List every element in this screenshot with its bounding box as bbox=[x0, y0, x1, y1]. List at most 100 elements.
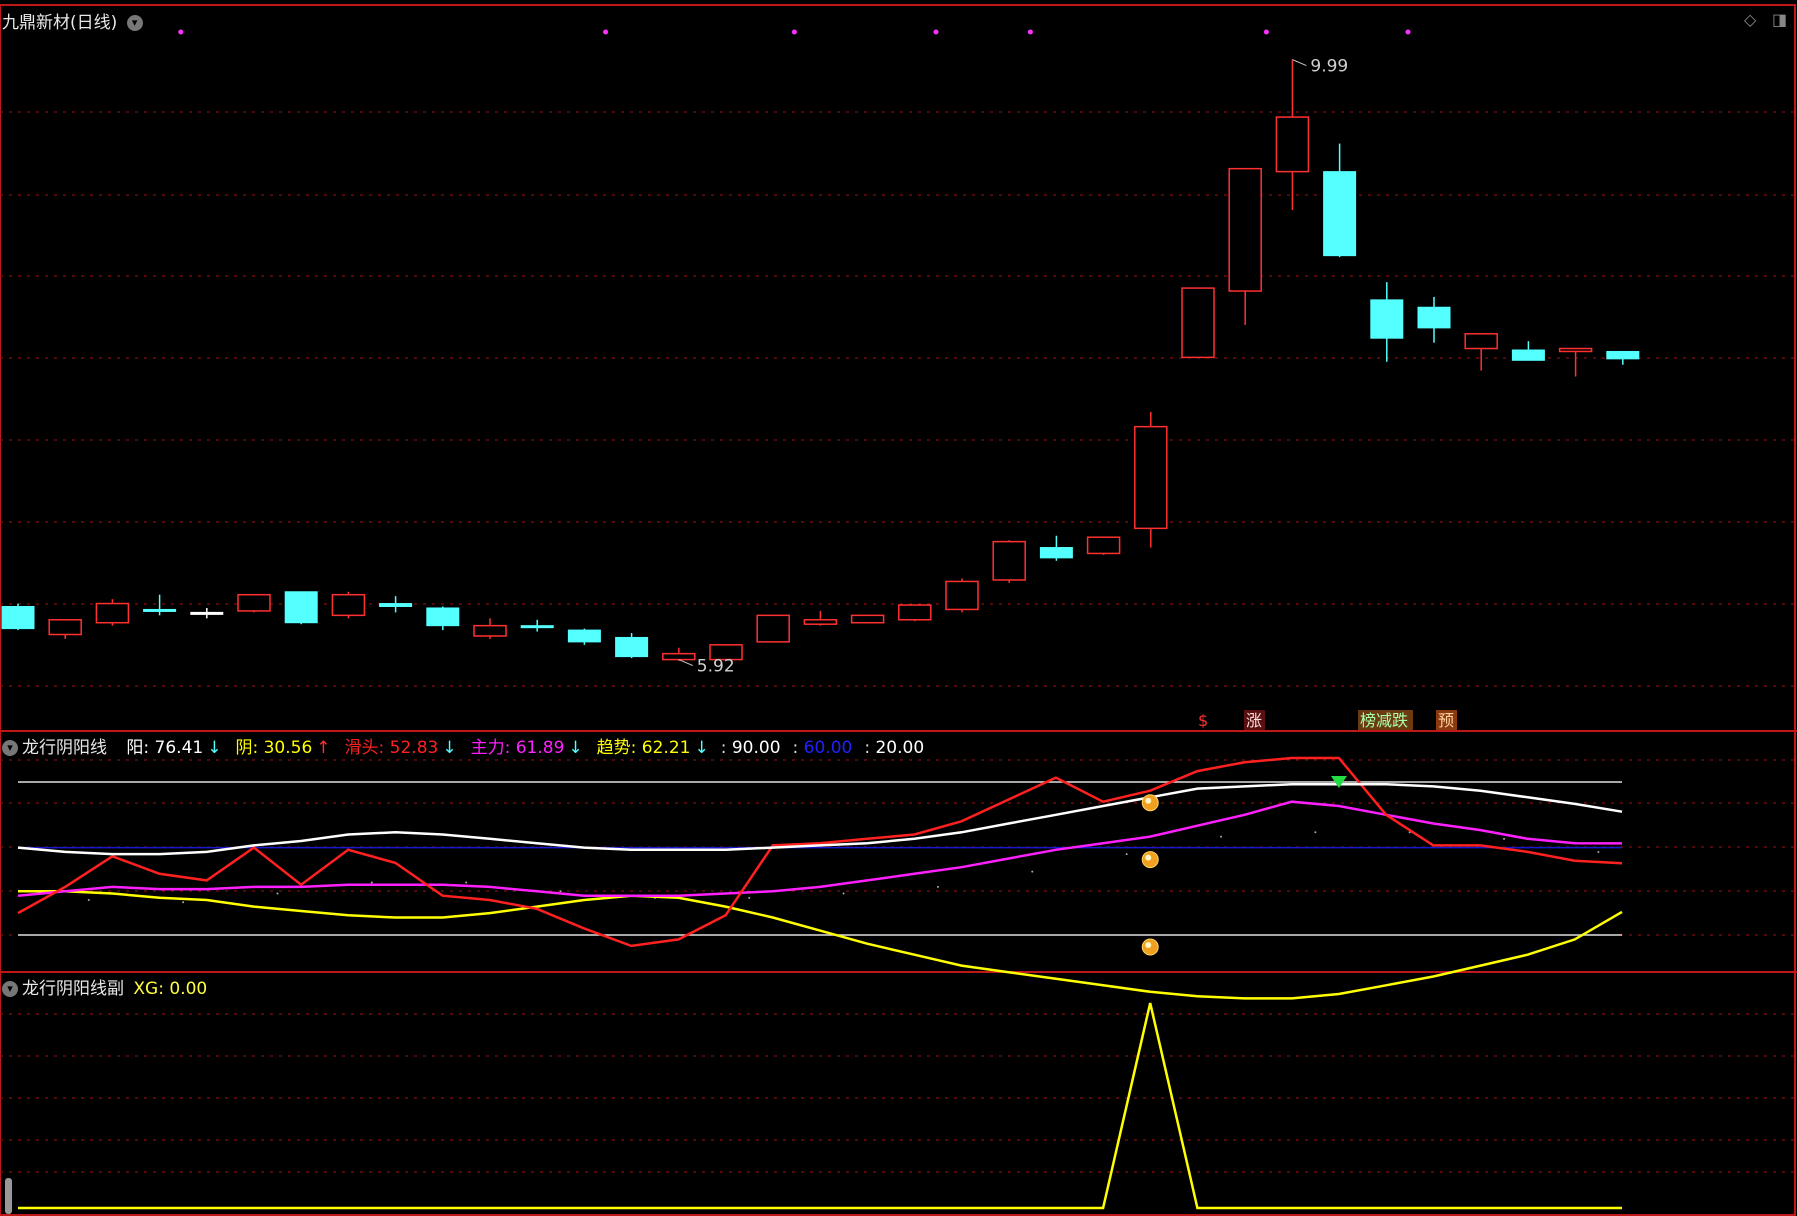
candle-body bbox=[1275, 116, 1310, 173]
candle-body bbox=[1558, 347, 1593, 353]
trail-dot bbox=[465, 881, 468, 884]
arrow-down-icon: ↓ bbox=[442, 738, 457, 758]
level-value: 60.00 bbox=[803, 738, 853, 758]
trail-dot bbox=[559, 890, 562, 893]
candle-body bbox=[1086, 536, 1121, 555]
sub-header: ▾ 龙行阴阳线副 XG: 0.00 bbox=[2, 974, 211, 999]
readout-阳: 阳: 76.41 bbox=[126, 738, 204, 758]
trail-dot bbox=[1125, 853, 1128, 856]
candle-body bbox=[1, 605, 35, 630]
candle-body bbox=[520, 625, 554, 629]
chevron-down-icon[interactable]: ▾ bbox=[2, 740, 18, 756]
candle-body bbox=[1370, 299, 1404, 339]
coin-highlight bbox=[1145, 797, 1152, 804]
level-readout: : 20.00 bbox=[864, 738, 924, 758]
level-sep: : bbox=[792, 738, 804, 758]
signal-tag: 榜减跌 bbox=[1360, 711, 1408, 730]
arrow-down-icon: ↓ bbox=[207, 738, 222, 758]
signal-dot bbox=[1405, 29, 1411, 35]
level-value: 90.00 bbox=[731, 738, 781, 758]
level-sep: : bbox=[864, 738, 876, 758]
indicator-header: ▾ 龙行阴阳线 阳: 76.41 ↓ 阴: 30.56 ↑ 滑头: 52.83 ↓ 主力: 6… bbox=[2, 733, 932, 758]
candle-body bbox=[945, 580, 979, 611]
candle-body bbox=[803, 619, 838, 625]
signal-tag: $ bbox=[1198, 711, 1208, 730]
candle-body bbox=[1181, 287, 1215, 359]
xg-readout: XG: 0.00 bbox=[133, 979, 208, 999]
trail-dot bbox=[1314, 831, 1317, 834]
arrow-down-icon: ↓ bbox=[694, 738, 709, 758]
trail-dot bbox=[370, 881, 373, 884]
coin-highlight bbox=[1145, 942, 1152, 948]
low-price-label: 5.92 bbox=[697, 657, 735, 677]
candle-body bbox=[48, 619, 82, 636]
series-line-滑头 bbox=[17, 756, 1623, 948]
candle-body bbox=[898, 604, 932, 621]
chart-stage: 9.99 5.92 $ 涨 榜减跌 预 bbox=[0, 4, 1797, 1216]
indicator-lines[interactable] bbox=[17, 756, 1623, 1000]
level-readout: : 90.00 bbox=[721, 738, 781, 758]
candle-body bbox=[379, 603, 413, 607]
signal-tag: 涨 bbox=[1246, 711, 1262, 730]
indicator-title: 龙行阴阳线 bbox=[22, 738, 107, 758]
chevron-down-icon[interactable]: ▾ bbox=[126, 15, 143, 31]
high-pointer bbox=[1292, 59, 1307, 67]
high-price-label: 9.99 bbox=[1310, 57, 1348, 77]
trail-dot bbox=[936, 885, 939, 888]
stock-title: 九鼎新材(日线) bbox=[2, 13, 118, 33]
signal-dot bbox=[178, 29, 184, 35]
trail-dot bbox=[748, 896, 751, 899]
signal-dot bbox=[933, 29, 939, 35]
signal-dot bbox=[603, 29, 609, 35]
xg-label: XG bbox=[133, 979, 159, 999]
chevron-down-icon[interactable]: ▾ bbox=[2, 981, 18, 997]
candle-body bbox=[473, 624, 507, 637]
arrow-up-icon: ↑ bbox=[316, 738, 331, 758]
series-line-主力 bbox=[17, 800, 1623, 897]
arrow-down-icon: ↓ bbox=[568, 738, 583, 758]
trail-dot bbox=[1597, 850, 1600, 853]
candle-body bbox=[1039, 547, 1073, 559]
trail-dot bbox=[1503, 837, 1506, 840]
candle-body bbox=[426, 607, 460, 627]
candle-body bbox=[567, 629, 601, 643]
sub-title: 龙行阴阳线副 bbox=[22, 979, 124, 999]
xg-value: 0.00 bbox=[169, 979, 208, 999]
signal-dot bbox=[1027, 29, 1033, 35]
candle-body bbox=[237, 593, 271, 612]
trail-dot bbox=[182, 901, 185, 904]
candle-body bbox=[615, 636, 649, 658]
candle-body bbox=[331, 593, 366, 617]
candle-body bbox=[95, 602, 130, 624]
coin-highlight bbox=[1145, 854, 1152, 861]
trail-dot bbox=[1220, 835, 1222, 838]
indicator-readouts: 阳: 76.41 ↓ 阴: 30.56 ↑ 滑头: 52.83 ↓ 主力: 61.89 ↓ 趋势… bbox=[116, 738, 928, 758]
readout-主力: 主力: 61.89 bbox=[470, 738, 565, 758]
series-line-XG bbox=[18, 1002, 1622, 1210]
candle-body bbox=[662, 652, 696, 661]
candlestick-series[interactable] bbox=[1, 59, 1640, 662]
candle-body bbox=[1323, 171, 1357, 257]
candle-body bbox=[756, 614, 790, 643]
signal-tag: 预 bbox=[1438, 711, 1454, 730]
candle-body bbox=[1417, 306, 1451, 329]
low-pointer bbox=[678, 659, 693, 667]
trail-dot bbox=[276, 892, 279, 895]
signal-dot bbox=[1263, 29, 1269, 35]
candle-body bbox=[143, 608, 177, 612]
series-line-阴 bbox=[18, 890, 1623, 1000]
readout-趋势: 趋势: 62.21 bbox=[596, 738, 691, 758]
sub-indicator-lines[interactable] bbox=[18, 1002, 1622, 1210]
candle-body bbox=[992, 540, 1026, 581]
candle-body bbox=[1606, 350, 1640, 360]
candle-body bbox=[1228, 167, 1262, 292]
diamond-icon[interactable]: ◇ bbox=[1744, 10, 1756, 29]
readout-滑头: 滑头: 52.83 bbox=[344, 738, 439, 758]
scrollbar-handle[interactable] bbox=[5, 1178, 12, 1214]
panel-toggle-icon[interactable]: ◨ bbox=[1772, 10, 1787, 29]
candle-body bbox=[1134, 425, 1168, 530]
readout-阴: 阴: 30.56 bbox=[235, 738, 313, 758]
candle-body bbox=[1511, 349, 1545, 361]
candle-body bbox=[1464, 333, 1498, 350]
grid-lines bbox=[0, 111, 1797, 1173]
